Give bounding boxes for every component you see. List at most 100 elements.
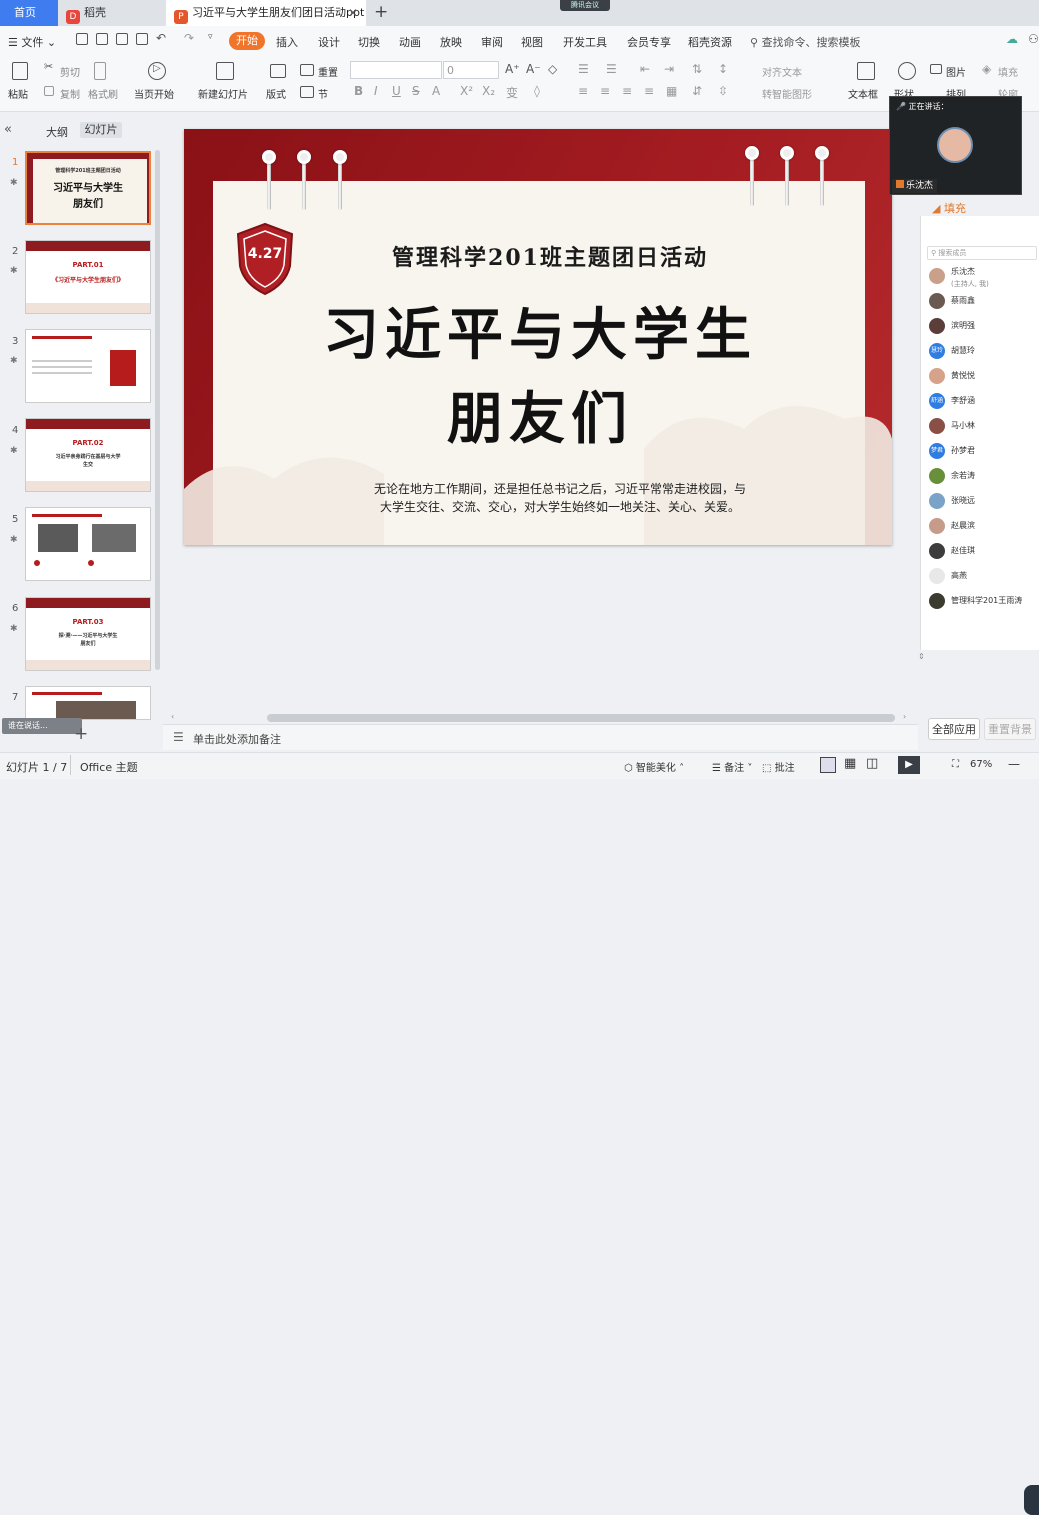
- zoom-out-icon[interactable]: —: [1008, 757, 1020, 771]
- menu-developer[interactable]: 开发工具: [563, 34, 607, 50]
- distribute-icon[interactable]: ▦: [666, 84, 677, 98]
- member-row[interactable]: 张晓远: [929, 491, 1039, 513]
- notes-placeholder[interactable]: 单击此处添加备注: [193, 731, 281, 747]
- phonetic-icon[interactable]: 变: [506, 84, 518, 101]
- justify-icon[interactable]: ≡: [644, 84, 654, 98]
- member-row[interactable]: 赵晨滨: [929, 516, 1039, 538]
- slide-title-line1[interactable]: 习近平与大学生: [290, 290, 790, 371]
- member-row[interactable]: 慧玲 胡慧玲: [929, 341, 1039, 363]
- cut-icon[interactable]: ✂: [44, 60, 53, 73]
- italic-icon[interactable]: I: [374, 84, 378, 98]
- reset-icon[interactable]: [300, 64, 314, 76]
- save-icon[interactable]: [76, 33, 88, 45]
- reading-view-icon[interactable]: ◫: [866, 756, 878, 771]
- font-name-combo[interactable]: [350, 61, 442, 79]
- member-row[interactable]: 马小林: [929, 416, 1039, 438]
- slide-sorter-icon[interactable]: ▦: [844, 756, 856, 771]
- slide-thumb-5[interactable]: [25, 507, 151, 581]
- customize-toolbar-icon[interactable]: ▿: [208, 32, 213, 42]
- notes-bar[interactable]: ☰ 单击此处添加备注: [163, 724, 918, 750]
- member-search-input[interactable]: ⚲ 搜索成员: [927, 246, 1037, 260]
- undo-icon[interactable]: ↶: [156, 31, 166, 45]
- menu-member[interactable]: 会员专享: [627, 34, 671, 50]
- reset-button[interactable]: 重置: [318, 64, 338, 79]
- member-row[interactable]: 管理科学201王雨涛: [929, 591, 1039, 613]
- menu-view[interactable]: 视图: [521, 34, 543, 50]
- align-text-button[interactable]: 对齐文本: [762, 64, 802, 79]
- zoom-level[interactable]: 67%: [970, 759, 992, 770]
- redo-icon[interactable]: ↷: [184, 31, 194, 45]
- shape-icon[interactable]: [898, 62, 916, 80]
- bullets-icon[interactable]: ☰: [578, 62, 589, 76]
- align-left-icon[interactable]: ≡: [578, 84, 588, 98]
- numbering-icon[interactable]: ☰: [606, 62, 617, 76]
- fill-icon[interactable]: ◈: [982, 62, 991, 76]
- slide-thumb-1[interactable]: 管理科学201班主题团日活动 习近平与大学生 朋友们: [25, 151, 151, 225]
- tab-slides[interactable]: 幻灯片: [80, 122, 122, 138]
- fill-section-header[interactable]: ◢ 填充: [932, 200, 966, 216]
- indent-decrease-icon[interactable]: ⇤: [640, 62, 650, 76]
- slide-thumb-3[interactable]: [25, 329, 151, 403]
- textbox-button[interactable]: 文本框: [848, 86, 878, 101]
- member-row[interactable]: 高燕: [929, 566, 1039, 588]
- slide-title-line2[interactable]: 朋友们: [290, 374, 790, 455]
- section-button[interactable]: 节: [318, 86, 328, 101]
- font-size-combo[interactable]: 0: [443, 61, 499, 79]
- member-row[interactable]: 梦君 孙梦君: [929, 441, 1039, 463]
- command-search[interactable]: ⚲ 查找命令、搜索模板: [750, 34, 861, 50]
- layout-icon[interactable]: [270, 64, 286, 78]
- export-pdf-icon[interactable]: [96, 33, 108, 45]
- fill-button[interactable]: 填充: [998, 64, 1018, 79]
- format-painter-button[interactable]: 格式刷: [88, 86, 118, 101]
- panel-scroll-icon[interactable]: ⇕: [918, 652, 925, 661]
- zoom-fit-icon[interactable]: ⛶: [952, 759, 959, 770]
- slide-subtitle[interactable]: 管理科学201班主题团日活动: [330, 240, 770, 272]
- paragraph-spacing-icon[interactable]: ⇳: [718, 84, 728, 98]
- panel-scrollbar[interactable]: [155, 150, 160, 670]
- underline-icon[interactable]: U: [392, 84, 401, 98]
- member-row[interactable]: 滨明强: [929, 316, 1039, 338]
- reset-background-button[interactable]: 重置背景: [984, 718, 1036, 740]
- member-row[interactable]: 赵佳琪: [929, 541, 1039, 563]
- member-row[interactable]: 舒涵 李舒涵: [929, 391, 1039, 413]
- copy-button[interactable]: 复制: [60, 86, 80, 101]
- grow-font-icon[interactable]: A⁺: [505, 62, 520, 76]
- textbox-icon[interactable]: [857, 62, 875, 80]
- format-painter-icon[interactable]: [94, 62, 106, 80]
- scroll-right-icon[interactable]: ›: [903, 712, 906, 721]
- member-row[interactable]: 余若涛: [929, 466, 1039, 488]
- add-slide-button[interactable]: +: [74, 724, 88, 744]
- strikethrough-icon[interactable]: S: [412, 84, 420, 98]
- subscript-icon[interactable]: X₂: [482, 84, 495, 98]
- indent-increase-icon[interactable]: ⇥: [664, 62, 674, 76]
- slide-thumb-4[interactable]: PART.02 习近平亲身践行在基层与大学 生交: [25, 418, 151, 492]
- font-color-icon[interactable]: A: [432, 84, 440, 98]
- print-preview-icon[interactable]: [136, 33, 148, 45]
- floating-widget[interactable]: [1024, 1485, 1039, 1515]
- normal-view-icon[interactable]: [820, 757, 836, 773]
- scrollbar-thumb[interactable]: [267, 714, 895, 722]
- copy-icon[interactable]: [44, 86, 54, 96]
- new-slide-button[interactable]: 新建幻灯片: [198, 86, 248, 101]
- slide-thumb-6[interactable]: PART.03 探·溯·——习近平与大学生 朋友们: [25, 597, 151, 671]
- bold-icon[interactable]: B: [354, 84, 363, 98]
- menu-transition[interactable]: 切换: [358, 34, 380, 50]
- apply-all-button[interactable]: 全部应用: [928, 718, 980, 740]
- align-right-icon[interactable]: ≡: [622, 84, 632, 98]
- menu-review[interactable]: 审阅: [481, 34, 503, 50]
- tab-document[interactable]: P 习近平与大学生朋友们团日活动ppt: [166, 0, 366, 26]
- print-icon[interactable]: [116, 33, 128, 45]
- cloud-sync-icon[interactable]: ☁: [1006, 32, 1018, 46]
- superscript-icon[interactable]: X²: [460, 84, 473, 98]
- file-menu[interactable]: ☰ 文件 ⌄: [8, 34, 56, 50]
- layout-button[interactable]: 版式: [266, 86, 286, 101]
- collapse-panel-icon[interactable]: «: [4, 122, 12, 137]
- meeting-video-window[interactable]: 🎤 正在讲话： 乐沈杰: [889, 96, 1022, 195]
- paste-button[interactable]: 粘贴: [8, 86, 28, 101]
- align-center-icon[interactable]: ≡: [600, 84, 610, 98]
- member-row[interactable]: 乐沈杰 (主持人, 我): [929, 266, 1039, 288]
- slide-thumb-7[interactable]: [25, 686, 151, 720]
- tab-docer[interactable]: D 稻壳: [58, 0, 164, 26]
- horizontal-scrollbar[interactable]: ‹ ›: [163, 712, 918, 724]
- menu-design[interactable]: 设计: [318, 34, 340, 50]
